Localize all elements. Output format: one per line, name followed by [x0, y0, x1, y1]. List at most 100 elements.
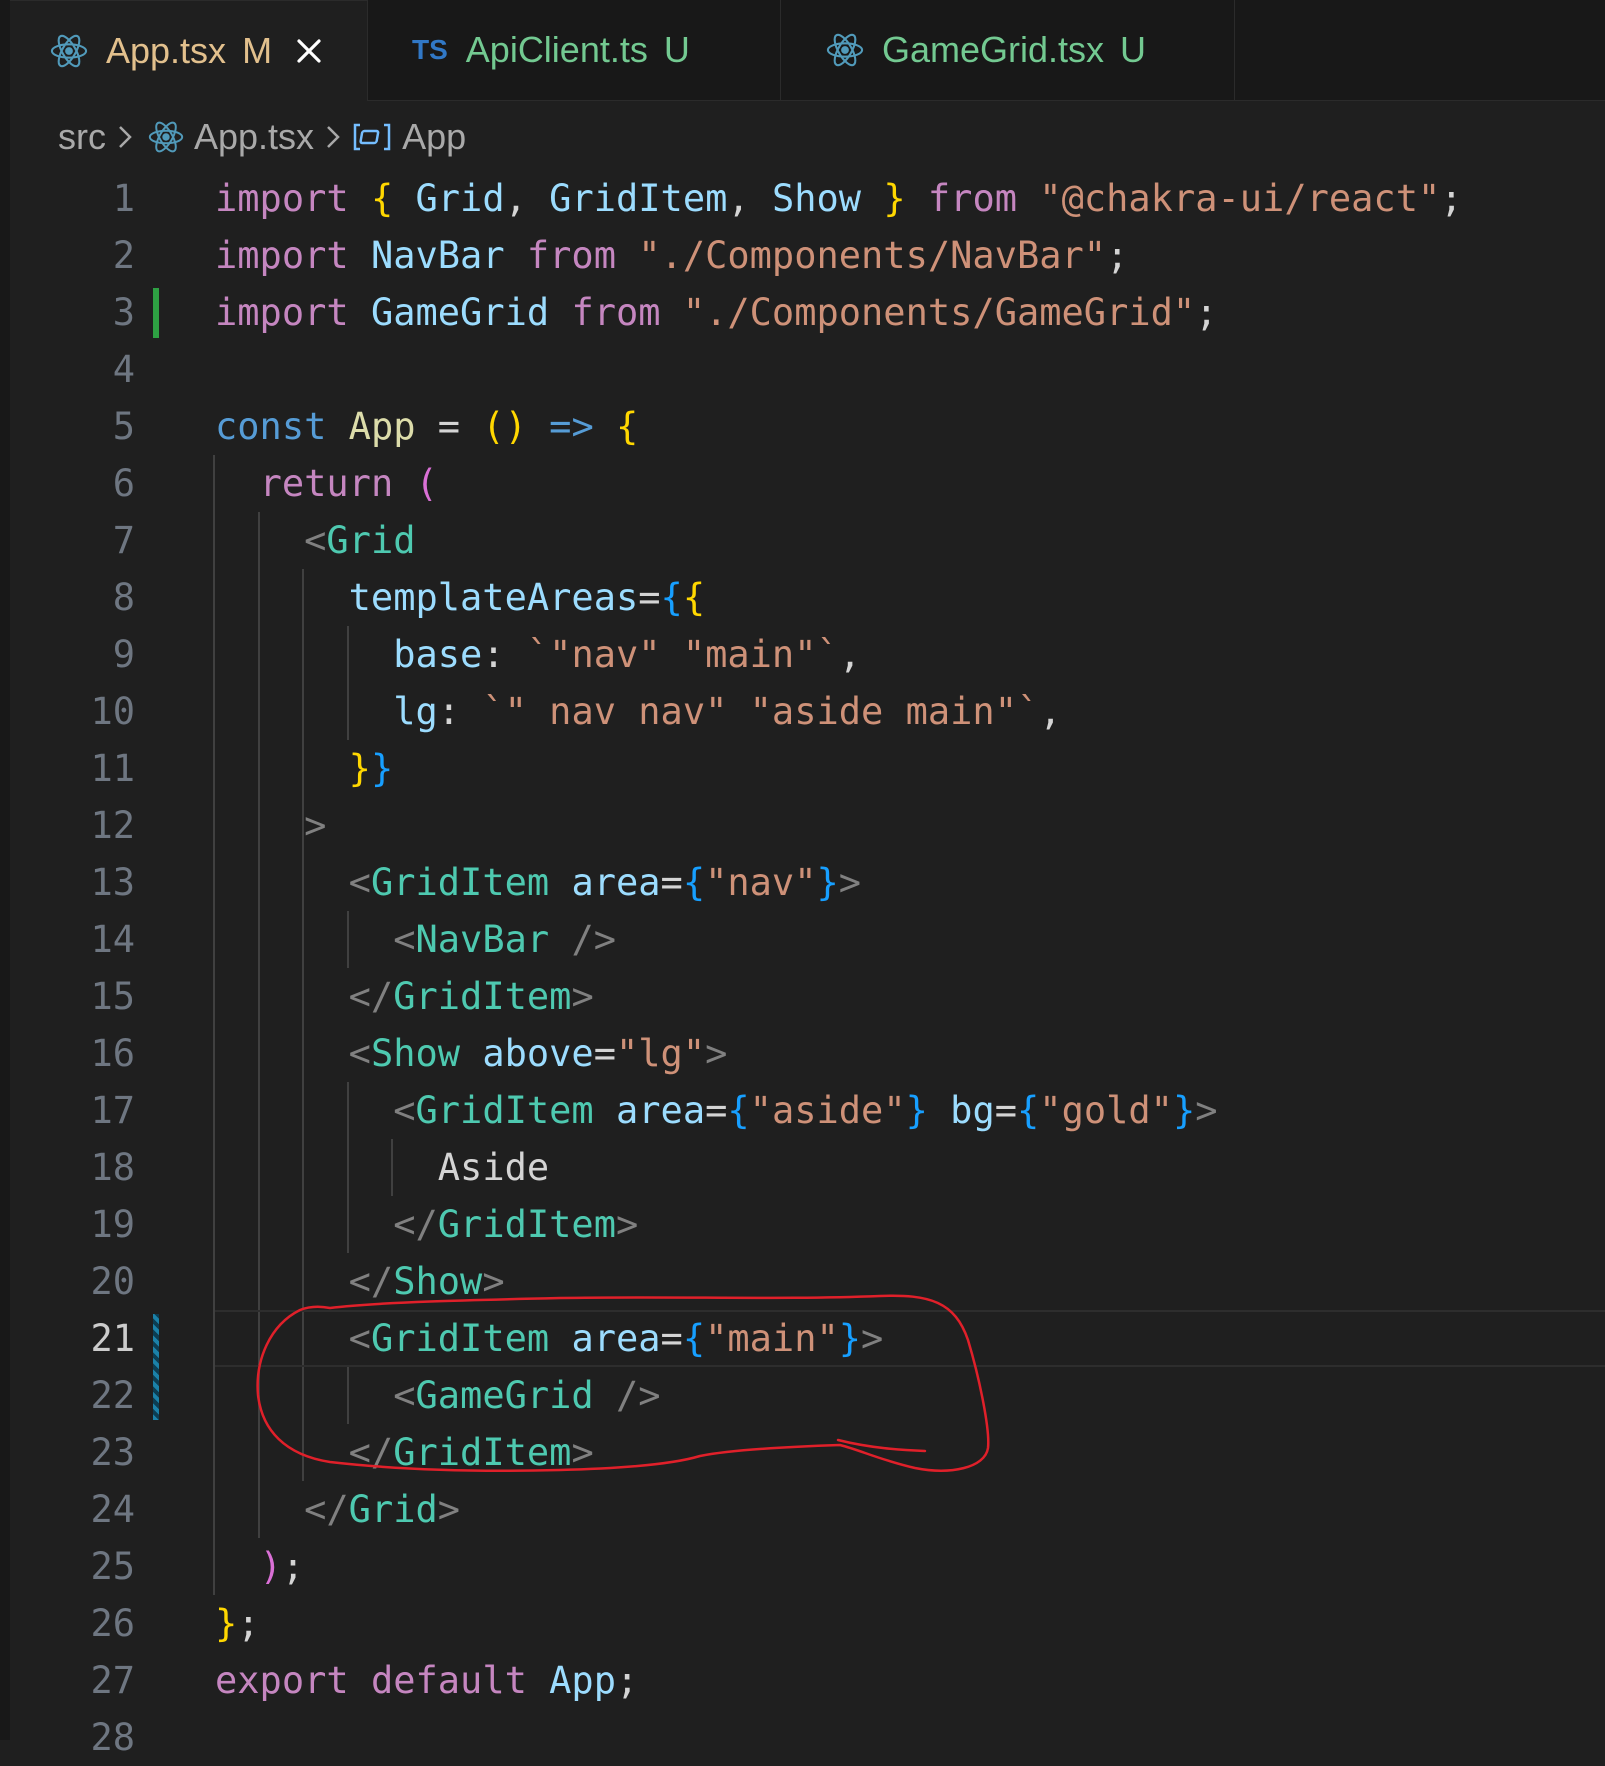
- code-text: export default App;: [215, 1659, 639, 1702]
- code-line[interactable]: 25 );: [10, 1538, 1605, 1595]
- code-text: <GridItem area={"aside"} bg={"gold"}>: [393, 1089, 1218, 1132]
- code-text: <GridItem area={"nav"}>: [348, 861, 862, 904]
- code-line[interactable]: 12 >: [10, 797, 1605, 854]
- code-text: <Show above="lg">: [348, 1032, 728, 1075]
- code-text: </GridItem>: [348, 975, 594, 1018]
- code-line[interactable]: 22 <GameGrid />: [10, 1367, 1605, 1424]
- line-number: 19: [90, 1203, 135, 1246]
- code-line[interactable]: 21 <GridItem area={"main"}>: [10, 1310, 1605, 1367]
- code-line[interactable]: 3 import GameGrid from "./Components/Game…: [10, 284, 1605, 341]
- code-text: </Grid>: [304, 1488, 461, 1531]
- code-line[interactable]: 8 templateAreas={{: [10, 569, 1605, 626]
- git-modified-marker[interactable]: [153, 1314, 159, 1420]
- code-text: );: [259, 1545, 305, 1588]
- code-line[interactable]: 27 export default App;: [10, 1652, 1605, 1709]
- code-line[interactable]: 2 import NavBar from "./Components/NavBar…: [10, 227, 1605, 284]
- line-number: 4: [112, 348, 135, 391]
- code-line[interactable]: 5 const App = () => {: [10, 398, 1605, 455]
- line-number: 23: [90, 1431, 135, 1474]
- line-number: 1: [112, 177, 135, 220]
- line-number: 25: [90, 1545, 135, 1588]
- code-line[interactable]: 18 Aside: [10, 1139, 1605, 1196]
- code-text: </Show>: [348, 1260, 505, 1303]
- line-number: 16: [90, 1032, 135, 1075]
- react-icon: [50, 32, 88, 70]
- line-number: 11: [90, 747, 135, 790]
- line-number: 18: [90, 1146, 135, 1189]
- line-number: 22: [90, 1374, 135, 1417]
- code-text: return (: [259, 462, 438, 505]
- code-line[interactable]: 4: [10, 341, 1605, 398]
- code-line[interactable]: 11 }}: [10, 740, 1605, 797]
- window-left-edge: [0, 0, 10, 1740]
- chevron-right-icon: [116, 123, 134, 151]
- line-number: 7: [112, 519, 135, 562]
- close-icon[interactable]: [294, 36, 324, 66]
- code-line[interactable]: 1 import { Grid, GridItem, Show } from "@…: [10, 170, 1605, 227]
- code-text: import { Grid, GridItem, Show } from "@c…: [215, 177, 1463, 220]
- code-editor[interactable]: 1 import { Grid, GridItem, Show } from "@…: [10, 170, 1605, 1759]
- line-number: 21: [90, 1317, 135, 1360]
- editor-tab-bar: App.tsx M TS ApiClient.ts U GameGrid.tsx…: [10, 0, 1605, 101]
- line-number: 27: [90, 1659, 135, 1702]
- line-number: 3: [112, 291, 135, 334]
- breadcrumb-symbol[interactable]: App: [402, 116, 466, 158]
- symbol-variable-icon: [352, 122, 392, 152]
- code-text: };: [215, 1602, 260, 1645]
- code-line[interactable]: 13 <GridItem area={"nav"}>: [10, 854, 1605, 911]
- line-number: 14: [90, 918, 135, 961]
- line-number: 15: [90, 975, 135, 1018]
- code-line[interactable]: 6 return (: [10, 455, 1605, 512]
- line-number: 17: [90, 1089, 135, 1132]
- code-line[interactable]: 7 <Grid: [10, 512, 1605, 569]
- line-number: 8: [112, 576, 135, 619]
- code-text: <Grid: [304, 519, 416, 562]
- breadcrumb-file[interactable]: App.tsx: [194, 116, 314, 158]
- code-text: <NavBar />: [393, 918, 616, 961]
- line-number: 13: [90, 861, 135, 904]
- code-line[interactable]: 23 </GridItem>: [10, 1424, 1605, 1481]
- code-text: templateAreas={{: [348, 576, 706, 619]
- git-added-marker[interactable]: [153, 288, 159, 338]
- code-line[interactable]: 20 </Show>: [10, 1253, 1605, 1310]
- code-line[interactable]: 15 </GridItem>: [10, 968, 1605, 1025]
- chevron-right-icon: [324, 123, 342, 151]
- code-line[interactable]: 26};: [10, 1595, 1605, 1652]
- code-line[interactable]: 19 </GridItem>: [10, 1196, 1605, 1253]
- line-number: 10: [90, 690, 135, 733]
- tab-status-modified: M: [242, 30, 273, 71]
- tab-label: GameGrid.tsx: [882, 29, 1105, 70]
- line-number: 2: [112, 234, 135, 277]
- code-line[interactable]: 14 <NavBar />: [10, 911, 1605, 968]
- breadcrumb: src App.tsx App: [58, 112, 466, 162]
- line-number: 9: [112, 633, 135, 676]
- code-text: }}: [348, 747, 394, 790]
- code-text: import GameGrid from "./Components/GameG…: [215, 291, 1218, 334]
- code-line[interactable]: 16 <Show above="lg">: [10, 1025, 1605, 1082]
- code-line[interactable]: 17 <GridItem area={"aside"} bg={"gold"}>: [10, 1082, 1605, 1139]
- react-icon: [826, 31, 864, 69]
- tab-app-tsx[interactable]: App.tsx M: [10, 0, 368, 101]
- code-text: const App = () => {: [215, 405, 639, 448]
- code-text: base: `"nav" "main"`,: [393, 633, 862, 676]
- tab-status-untracked: U: [663, 29, 690, 70]
- line-number: 12: [90, 804, 135, 847]
- tab-gamegrid-tsx[interactable]: GameGrid.tsx U: [781, 0, 1235, 100]
- line-number: 26: [90, 1602, 135, 1645]
- code-line[interactable]: 9 base: `"nav" "main"`,: [10, 626, 1605, 683]
- line-number: 28: [90, 1716, 135, 1759]
- code-text: <GridItem area={"main"}>: [348, 1317, 884, 1360]
- code-line[interactable]: 24 </Grid>: [10, 1481, 1605, 1538]
- code-line[interactable]: 10 lg: `" nav nav" "aside main"`,: [10, 683, 1605, 740]
- line-number: 6: [112, 462, 135, 505]
- breadcrumb-folder[interactable]: src: [58, 116, 106, 158]
- tab-apiclient-ts[interactable]: TS ApiClient.ts U: [368, 0, 781, 100]
- code-text: <GameGrid />: [393, 1374, 661, 1417]
- tab-status-untracked: U: [1120, 29, 1147, 70]
- typescript-icon: TS: [412, 34, 448, 65]
- code-line[interactable]: 28: [10, 1709, 1605, 1766]
- code-text: lg: `" nav nav" "aside main"`,: [393, 690, 1062, 733]
- code-text: >: [304, 804, 327, 847]
- code-text: </GridItem>: [393, 1203, 639, 1246]
- code-text: Aside: [437, 1146, 550, 1189]
